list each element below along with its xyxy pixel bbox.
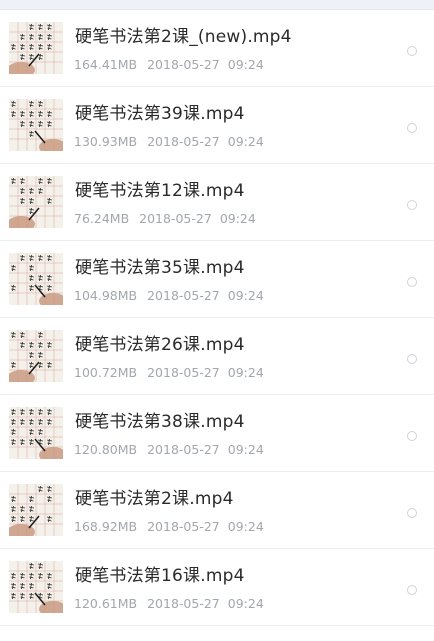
- video-thumbnail-icon: [9, 561, 63, 613]
- select-radio[interactable]: [407, 585, 417, 595]
- file-size: 100.72MB: [74, 365, 138, 380]
- file-row[interactable]: 硬笔书法第38课.mp4 120.80MB 2018-05-27 09:24: [0, 395, 434, 472]
- file-size: 120.80MB: [74, 442, 138, 457]
- file-date: 2018-05-27: [147, 442, 220, 457]
- video-thumbnail-icon: [9, 253, 63, 305]
- file-meta: 164.41MB 2018-05-27 09:24: [74, 57, 264, 72]
- select-radio[interactable]: [407, 431, 417, 441]
- file-name: 硬笔书法第35课.mp4: [75, 258, 245, 278]
- file-meta: 130.93MB 2018-05-27 09:24: [74, 134, 264, 149]
- file-meta: 120.80MB 2018-05-27 09:24: [74, 442, 264, 457]
- file-time: 09:24: [227, 365, 264, 380]
- file-meta: 120.61MB 2018-05-27 09:24: [74, 596, 264, 611]
- select-radio[interactable]: [407, 508, 417, 518]
- file-row[interactable]: 硬笔书法第39课.mp4 130.93MB 2018-05-27 09:24: [0, 87, 434, 164]
- file-name: 硬笔书法第26课.mp4: [75, 335, 245, 355]
- file-date: 2018-05-27: [147, 596, 220, 611]
- file-size: 168.92MB: [74, 519, 138, 534]
- file-size: 120.61MB: [74, 596, 138, 611]
- file-row[interactable]: 硬笔书法第2课_(new).mp4 164.41MB 2018-05-27 09:2…: [0, 10, 434, 87]
- file-row[interactable]: 硬笔书法第12课.mp4 76.24MB 2018-05-27 09:24: [0, 164, 434, 241]
- select-radio[interactable]: [407, 354, 417, 364]
- video-thumbnail-icon: [9, 176, 63, 228]
- file-time: 09:24: [227, 442, 264, 457]
- file-row[interactable]: 硬笔书法第2课.mp4 168.92MB 2018-05-27 09:24: [0, 472, 434, 549]
- file-time: 09:24: [219, 211, 256, 226]
- video-thumbnail-icon: [9, 22, 63, 74]
- video-thumbnail-icon: [9, 407, 63, 459]
- select-radio[interactable]: [407, 277, 417, 287]
- file-row[interactable]: 硬笔书法第16课.mp4 120.61MB 2018-05-27 09:24: [0, 549, 434, 626]
- top-bar: [0, 0, 434, 10]
- video-thumbnail-icon: [9, 99, 63, 151]
- file-row[interactable]: 硬笔书法第26课.mp4 100.72MB 2018-05-27 09:24: [0, 318, 434, 395]
- file-date: 2018-05-27: [139, 211, 212, 226]
- file-date: 2018-05-27: [147, 134, 220, 149]
- video-thumbnail-icon: [9, 484, 63, 536]
- file-name: 硬笔书法第12课.mp4: [75, 181, 245, 201]
- file-name: 硬笔书法第16课.mp4: [75, 566, 245, 586]
- select-radio[interactable]: [407, 46, 417, 56]
- file-meta: 100.72MB 2018-05-27 09:24: [74, 365, 264, 380]
- file-time: 09:24: [227, 288, 264, 303]
- file-time: 09:24: [227, 596, 264, 611]
- file-name: 硬笔书法第38课.mp4: [75, 412, 245, 432]
- file-meta: 168.92MB 2018-05-27 09:24: [74, 519, 264, 534]
- file-name: 硬笔书法第2课.mp4: [75, 489, 234, 509]
- video-thumbnail-icon: [9, 330, 63, 382]
- file-date: 2018-05-27: [147, 57, 220, 72]
- file-name: 硬笔书法第2课_(new).mp4: [75, 27, 292, 47]
- file-row[interactable]: 硬笔书法第35课.mp4 104.98MB 2018-05-27 09:24: [0, 241, 434, 318]
- file-date: 2018-05-27: [147, 288, 220, 303]
- file-time: 09:24: [227, 57, 264, 72]
- file-size: 104.98MB: [74, 288, 138, 303]
- file-size: 130.93MB: [74, 134, 138, 149]
- file-meta: 76.24MB 2018-05-27 09:24: [74, 211, 256, 226]
- select-radio[interactable]: [407, 200, 417, 210]
- file-name: 硬笔书法第39课.mp4: [75, 104, 245, 124]
- file-size: 164.41MB: [74, 57, 138, 72]
- file-date: 2018-05-27: [147, 365, 220, 380]
- file-date: 2018-05-27: [147, 519, 220, 534]
- file-meta: 104.98MB 2018-05-27 09:24: [74, 288, 264, 303]
- file-size: 76.24MB: [74, 211, 130, 226]
- file-time: 09:24: [227, 519, 264, 534]
- file-time: 09:24: [227, 134, 264, 149]
- select-radio[interactable]: [407, 123, 417, 133]
- file-list: 硬笔书法第2课_(new).mp4 164.41MB 2018-05-27 09:2…: [0, 10, 434, 626]
